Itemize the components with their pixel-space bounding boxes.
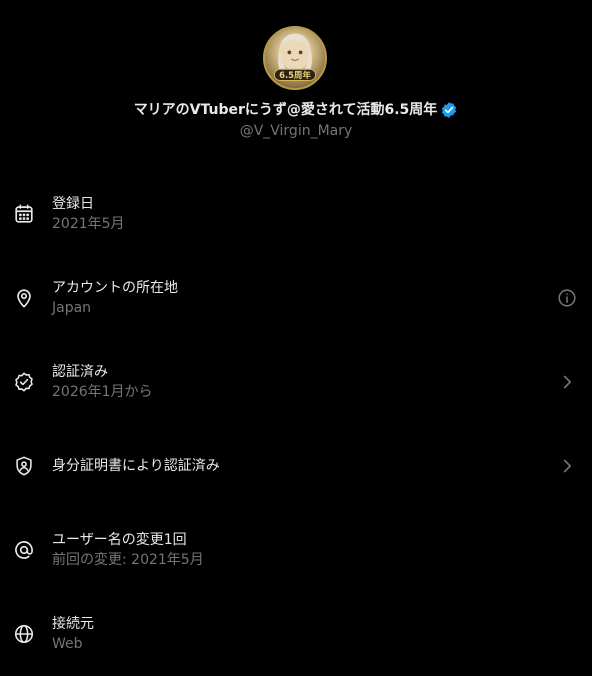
calendar-icon bbox=[13, 203, 35, 225]
verified-check-icon bbox=[13, 371, 35, 393]
row-title: 接続元 bbox=[52, 616, 94, 632]
display-name-row: マリアのVTuberにうず@愛されて活動6.5周年 bbox=[0, 100, 592, 120]
globe-icon bbox=[13, 623, 35, 645]
row-subtitle: Web bbox=[52, 636, 83, 652]
row-id-verified[interactable]: 身分証明書により認証済み bbox=[0, 424, 592, 508]
row-subtitle: Japan bbox=[52, 300, 92, 316]
row-joined-date: 登録日 2021年5月 bbox=[0, 172, 592, 256]
at-sign-icon bbox=[13, 539, 35, 561]
row-connected-via: 接続元 Web bbox=[0, 592, 592, 676]
profile-header: 6.5周年 マリアのVTuberにうず@愛されて活動6.5周年 @V_Virgi… bbox=[0, 0, 592, 160]
row-account-location: アカウントの所在地 Japan bbox=[0, 256, 592, 340]
row-subtitle: 前回の変更: 2021年5月 bbox=[52, 552, 204, 568]
row-title: 認証済み bbox=[52, 364, 108, 380]
id-shield-icon bbox=[13, 455, 35, 477]
row-subtitle: 2026年1月から bbox=[52, 384, 153, 400]
avatar-badge-text: 6.5周年 bbox=[279, 70, 311, 80]
row-title: ユーザー名の変更1回 bbox=[52, 532, 187, 548]
row-username-changes: ユーザー名の変更1回 前回の変更: 2021年5月 bbox=[0, 508, 592, 592]
chevron-right-icon[interactable] bbox=[556, 371, 578, 393]
row-title: 身分証明書により認証済み bbox=[52, 458, 220, 474]
row-verified[interactable]: 認証済み 2026年1月から bbox=[0, 340, 592, 424]
avatar-image: 6.5周年 bbox=[273, 33, 317, 81]
avatar[interactable]: 6.5周年 bbox=[263, 26, 327, 90]
chevron-right-icon[interactable] bbox=[556, 455, 578, 477]
handle: @V_Virgin_Mary bbox=[239, 123, 353, 139]
display-name: マリアのVTuberにうず@愛されて活動6.5周年 bbox=[133, 102, 438, 118]
info-icon[interactable] bbox=[556, 287, 578, 309]
verified-badge-icon bbox=[440, 101, 458, 119]
location-pin-icon bbox=[13, 287, 35, 309]
account-info-list: 登録日 2021年5月 アカウントの所在地 Japan 認証済み 2026年1月… bbox=[0, 172, 592, 676]
row-title: 登録日 bbox=[52, 196, 94, 212]
row-subtitle: 2021年5月 bbox=[52, 216, 125, 232]
row-title: アカウントの所在地 bbox=[52, 280, 178, 296]
